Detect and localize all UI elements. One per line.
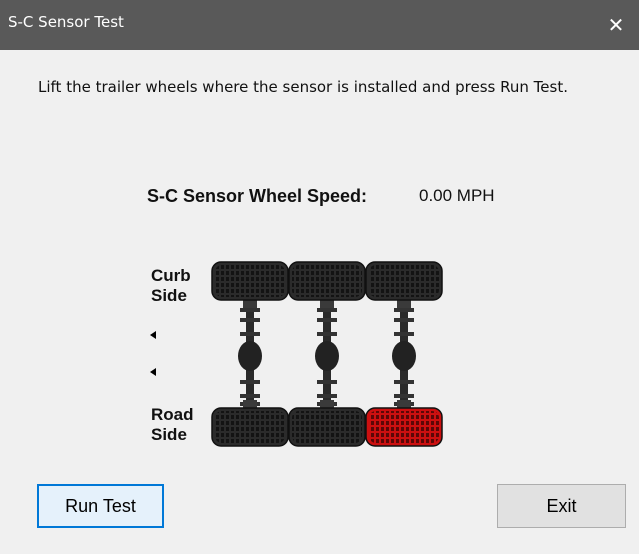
axle-3-road-tire bbox=[365, 407, 443, 447]
axle-1-curb-tire bbox=[211, 261, 289, 301]
axle-2-curb-tire bbox=[288, 261, 366, 301]
axle-3-shaft bbox=[392, 300, 416, 408]
axle-3-curb-tire bbox=[365, 261, 443, 301]
axle-diagram bbox=[211, 261, 443, 447]
axle-2-road-tire bbox=[288, 407, 366, 447]
exit-button[interactable]: Exit bbox=[497, 484, 626, 528]
run-test-button[interactable]: Run Test bbox=[37, 484, 164, 528]
axle-2-shaft bbox=[315, 300, 339, 408]
axle-1-road-tire bbox=[211, 407, 289, 447]
axle-1-shaft bbox=[238, 300, 262, 408]
